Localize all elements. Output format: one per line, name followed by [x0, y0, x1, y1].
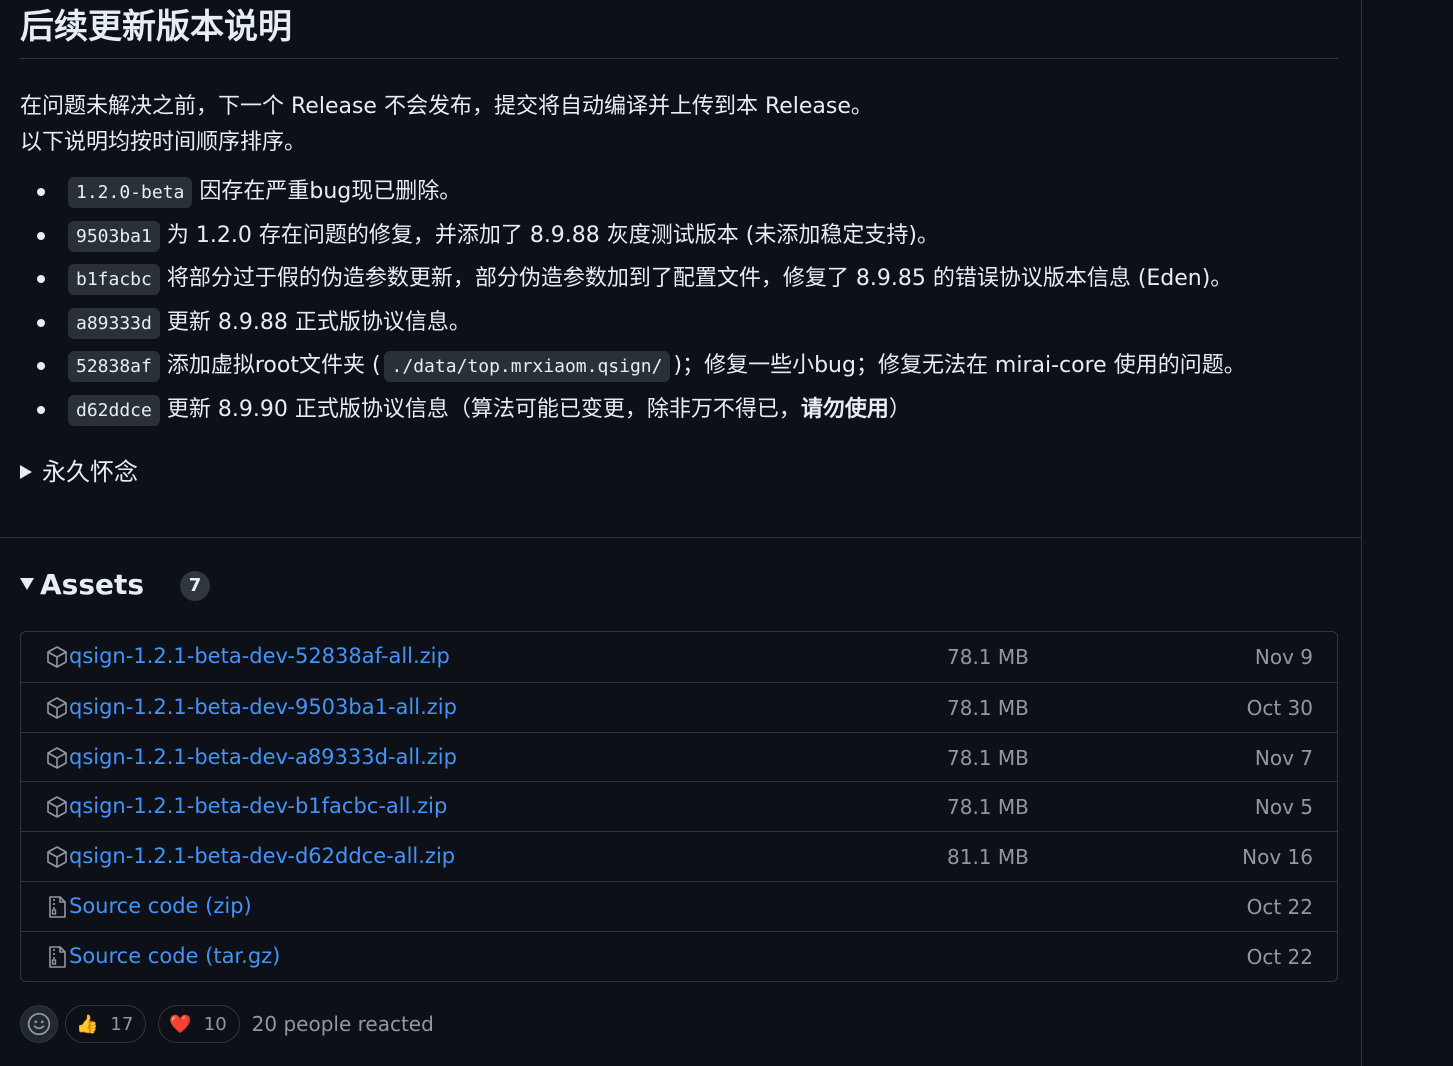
asset-date: Oct 22: [1246, 944, 1313, 969]
package-icon: [47, 696, 67, 719]
commit-hash: 1.2.0-beta: [68, 177, 193, 208]
changes-list: 1.2.0-beta 因存在严重bug现已删除。 9503ba1 为 1.2.0…: [20, 171, 1337, 432]
triangle-down-icon: [20, 578, 34, 590]
intro-text: 在问题未解决之前，下一个 Release 不会发布，提交将自动编译并上传到本 R…: [20, 89, 1337, 161]
asset-row: qsign-1.2.1-beta-dev-d62ddce-all.zip 81.…: [21, 831, 1337, 881]
reactions-summary: 20 people reacted: [251, 1012, 434, 1036]
change-text-after: )；修复一些小bug；修复无法在 mirai-core 使用的问题。: [673, 353, 1246, 378]
assets-count-badge: 7: [180, 571, 211, 601]
release-card: 后续更新版本说明 在问题未解决之前，下一个 Release 不会发布，提交将自动…: [0, 0, 1362, 1066]
smiley-icon: [27, 1012, 51, 1036]
change-text: 为 1.2.0 存在问题的修复，并添加了 8.9.88 灰度测试版本 (未添加稳…: [166, 222, 939, 248]
assets-toggle[interactable]: Assets 7: [20, 567, 211, 601]
asset-date: Nov 16: [1242, 845, 1313, 870]
asset-date: Nov 9: [1254, 645, 1313, 669]
assets-list: qsign-1.2.1-beta-dev-52838af-all.zip 78.…: [20, 631, 1338, 982]
heart-count: 10: [203, 1013, 227, 1035]
asset-date: Nov 5: [1254, 795, 1313, 820]
asset-row: qsign-1.2.1-beta-dev-a89333d-all.zip 78.…: [21, 731, 1337, 782]
list-item: b1facbc 将部分过于假的伪造参数更新，部分伪造参数加到了配置文件，修复了 …: [37, 258, 1337, 302]
asset-link[interactable]: qsign-1.2.1-beta-dev-b1facbc-all.zip: [69, 794, 447, 818]
commit-hash: b1facbc: [68, 264, 160, 295]
change-text-before: 更新 8.9.90 正式版协议信息（算法可能已变更，除非万不得已，: [166, 396, 801, 422]
asset-size: 78.1 MB: [947, 745, 1029, 770]
divider: [0, 537, 1362, 538]
asset-link[interactable]: qsign-1.2.1-beta-dev-d62ddce-all.zip: [69, 844, 455, 868]
change-text: 更新 8.9.88 正式版协议信息。: [166, 309, 471, 335]
package-icon: [47, 746, 67, 769]
asset-row: qsign-1.2.1-beta-dev-9503ba1-all.zip 78.…: [21, 681, 1337, 732]
commit-hash: d62ddce: [68, 394, 160, 426]
asset-link[interactable]: qsign-1.2.1-beta-dev-52838af-all.zip: [69, 644, 450, 668]
package-icon: [47, 846, 67, 868]
list-item: a89333d 更新 8.9.88 正式版协议信息。: [37, 302, 1337, 346]
heart-reaction-button[interactable]: ❤️ 10: [158, 1005, 240, 1043]
reactions-bar: 👍 17 ❤️ 10 20 people reacted: [20, 1004, 434, 1044]
intro-line-1: 在问题未解决之前，下一个 Release 不会发布，提交将自动编译并上传到本 R…: [20, 94, 873, 119]
list-item: d62ddce 更新 8.9.90 正式版协议信息（算法可能已变更，除非万不得已…: [37, 389, 1337, 433]
add-reaction-button[interactable]: [20, 1005, 58, 1043]
asset-row: Source code (tar.gz) Oct 22: [21, 930, 1337, 981]
intro-line-2: 以下说明均按时间顺序排序。: [20, 130, 307, 155]
asset-date: Oct 22: [1246, 894, 1313, 919]
release-page: 后续更新版本说明 在问题未解决之前，下一个 Release 不会发布，提交将自动…: [0, 0, 1453, 1066]
asset-size: 78.1 MB: [947, 795, 1029, 820]
change-text: 因存在严重bug现已删除。: [199, 179, 462, 204]
thumbs-up-count: 17: [110, 1013, 134, 1035]
change-text-before: 添加虚拟root文件夹 (: [166, 353, 381, 378]
thumbs-up-icon: 👍: [76, 1013, 99, 1035]
package-icon: [47, 796, 67, 819]
asset-size: 78.1 MB: [947, 695, 1029, 720]
package-icon: [47, 646, 67, 668]
asset-size: 81.1 MB: [947, 845, 1029, 870]
commit-hash: a89333d: [68, 307, 160, 339]
asset-row: qsign-1.2.1-beta-dev-b1facbc-all.zip 78.…: [21, 781, 1337, 831]
asset-link[interactable]: qsign-1.2.1-beta-dev-9503ba1-all.zip: [69, 695, 457, 719]
release-body: 后续更新版本说明 在问题未解决之前，下一个 Release 不会发布，提交将自动…: [0, 0, 1361, 490]
code-path: ./data/top.mrxiaom.qsign/: [383, 351, 671, 382]
change-text: 将部分过于假的伪造参数更新，部分伪造参数加到了配置文件，修复了 8.9.85 的…: [166, 266, 1233, 291]
asset-link[interactable]: Source code (tar.gz): [69, 944, 280, 968]
commit-hash: 9503ba1: [68, 220, 160, 252]
list-item: 1.2.0-beta 因存在严重bug现已删除。: [37, 171, 1337, 215]
details-toggle[interactable]: 永久怀念: [20, 454, 1337, 490]
asset-link[interactable]: Source code (zip): [69, 894, 252, 918]
asset-row: qsign-1.2.1-beta-dev-52838af-all.zip 78.…: [21, 632, 1337, 682]
warning-text: 请勿使用: [800, 396, 889, 422]
list-item: 52838af 添加虚拟root文件夹 (./data/top.mrxiaom.…: [37, 345, 1337, 389]
asset-row: Source code (zip) Oct 22: [21, 880, 1337, 931]
commit-hash: 52838af: [68, 351, 160, 382]
asset-date: Oct 30: [1246, 695, 1313, 720]
asset-link[interactable]: qsign-1.2.1-beta-dev-a89333d-all.zip: [69, 745, 457, 769]
file-zip-icon: [49, 896, 66, 918]
section-title: 后续更新版本说明: [20, 0, 1338, 59]
assets-title: Assets: [40, 567, 145, 601]
details-summary: 永久怀念: [42, 458, 138, 486]
triangle-right-icon: [20, 465, 32, 479]
thumbs-up-reaction-button[interactable]: 👍 17: [65, 1005, 147, 1043]
file-zip-icon: [49, 945, 66, 968]
change-text-after: ）: [888, 396, 911, 422]
asset-size: 78.1 MB: [947, 645, 1029, 669]
list-item: 9503ba1 为 1.2.0 存在问题的修复，并添加了 8.9.88 灰度测试…: [37, 215, 1337, 259]
asset-date: Nov 7: [1254, 745, 1313, 770]
heart-icon: ❤️: [169, 1013, 192, 1035]
